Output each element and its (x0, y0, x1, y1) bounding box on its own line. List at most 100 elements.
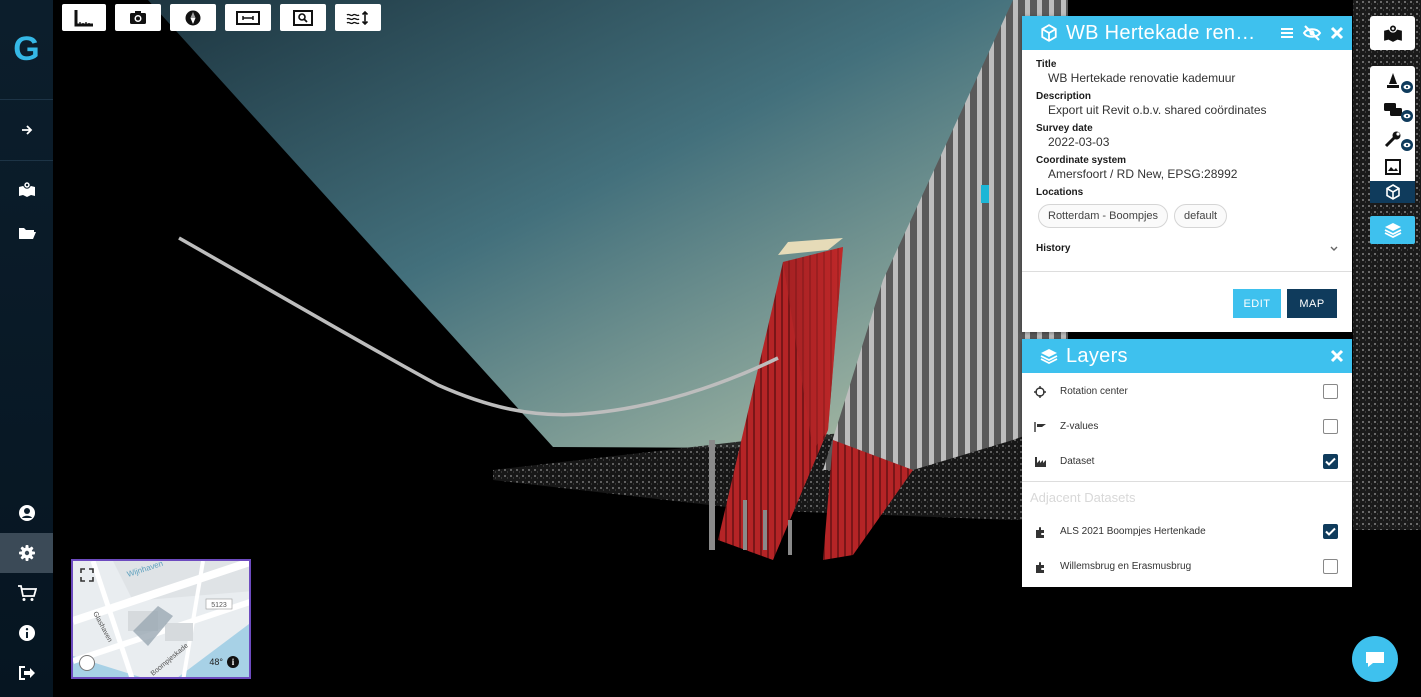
road-number-label: 5123 (211, 602, 227, 609)
dataset-info-body: Title WB Hertekade renovatie kademuur De… (1022, 50, 1352, 272)
shop-button[interactable] (0, 573, 53, 613)
coordinate-system-label: Coordinate system (1036, 155, 1127, 166)
location-chips: Rotterdam - Boompjes default (1036, 204, 1338, 228)
close-icon[interactable] (1330, 26, 1344, 40)
layers-header: Layers (1022, 339, 1352, 373)
layers-title: Layers (1066, 344, 1128, 367)
menu-icon[interactable] (1280, 27, 1294, 39)
compass-button[interactable] (170, 4, 216, 31)
compass-icon (185, 10, 201, 25)
location-chip[interactable]: default (1174, 204, 1228, 228)
ruler-icon (236, 10, 260, 25)
layer-row-dataset[interactable]: Dataset (1022, 444, 1352, 479)
folder-icon (18, 228, 36, 239)
screenshot-button[interactable] (115, 4, 161, 31)
sidebar-bottom (0, 493, 53, 697)
puzzle-icon (1034, 561, 1060, 573)
logout-button[interactable] (0, 653, 53, 693)
measure-icon (74, 9, 93, 26)
location-chip[interactable]: Rotterdam - Boompjes (1038, 204, 1169, 228)
layers-panel-toggle[interactable] (1370, 216, 1415, 244)
layer-label: Rotation center (1060, 386, 1128, 397)
minimap-map: 5123 Wijnhaven Glashaven Boompjeskade (73, 561, 249, 677)
crosshair-icon (1034, 385, 1060, 398)
tools-toggle[interactable] (1370, 124, 1415, 153)
eye-icon (1401, 110, 1413, 122)
account-button[interactable] (0, 493, 53, 533)
history-label: History (1036, 243, 1071, 254)
wrench-icon (1384, 131, 1400, 147)
locations-label: Locations (1036, 187, 1084, 198)
info-icon[interactable]: i (227, 656, 239, 668)
expand-icon[interactable] (80, 568, 94, 587)
app-logo[interactable]: G (0, 0, 53, 100)
layer-label: ALS 2021 Boompjes Hertenkade (1060, 526, 1206, 537)
history-accordion[interactable]: History (1022, 243, 1352, 272)
map-panel-toggle[interactable] (1370, 16, 1415, 50)
minimap[interactable]: 5123 Wijnhaven Glashaven Boompjeskade 48… (71, 559, 251, 679)
expand-sidebar-button[interactable] (0, 100, 53, 160)
right-tool-bar (1370, 66, 1415, 203)
eye-icon (1401, 81, 1413, 93)
puzzle-icon (1034, 526, 1060, 538)
zoom-extent-button[interactable] (280, 4, 326, 31)
layer-checkbox[interactable] (1323, 454, 1338, 469)
ruler-button[interactable] (225, 4, 271, 31)
chevron-down-icon (1330, 244, 1338, 254)
description-value: Export uit Revit o.b.v. shared coördinat… (1048, 103, 1267, 117)
settings-button[interactable] (0, 533, 53, 573)
zoom-icon[interactable] (79, 655, 95, 671)
dataset-info-actions: EDIT MAP (1233, 289, 1337, 318)
dataset-icon (1034, 456, 1060, 467)
heading-readout: 48° (209, 657, 223, 667)
left-sidebar: G (0, 0, 53, 697)
layer-checkbox[interactable] (1323, 419, 1338, 434)
app-root: G WB Hertekade ren… Title WB Hertekade r… (0, 0, 1421, 697)
chat-bubbles-icon (1383, 102, 1402, 116)
sign-out-icon (18, 666, 35, 680)
measure-tool-button[interactable] (62, 4, 106, 31)
arrow-right-icon (21, 125, 32, 135)
layer-row-rotation-center[interactable]: Rotation center (1022, 374, 1352, 409)
user-icon (18, 505, 35, 521)
map-view-button[interactable] (0, 167, 53, 211)
layer-checkbox[interactable] (1323, 524, 1338, 539)
dataset-info-toggle[interactable] (1370, 181, 1415, 203)
cart-icon (17, 585, 37, 601)
coordinate-system-value: Amersfoort / RD New, EPSG:28992 (1048, 167, 1238, 181)
height-tool-button[interactable] (335, 4, 381, 31)
camera-icon (130, 11, 146, 24)
chat-button[interactable] (1352, 636, 1398, 682)
open-folder-button[interactable] (0, 211, 53, 255)
layer-row-z-values[interactable]: Z-values (1022, 409, 1352, 444)
title-value: WB Hertekade renovatie kademuur (1048, 71, 1236, 85)
dataset-info-panel: WB Hertekade ren… Title WB Hertekade ren… (1022, 16, 1352, 332)
chat-icon (1366, 652, 1384, 667)
close-icon[interactable] (1330, 349, 1344, 363)
zoom-extent-icon (293, 9, 313, 26)
description-label: Description (1036, 91, 1092, 102)
title-label: Title (1036, 59, 1057, 70)
layer-checkbox[interactable] (1323, 384, 1338, 399)
adjacent-row-als-2021[interactable]: ALS 2021 Boompjes Hertenkade (1022, 514, 1352, 549)
image-icon (1384, 159, 1401, 175)
map-button[interactable]: MAP (1287, 289, 1337, 318)
flag-icon (1034, 421, 1060, 432)
info-icon (18, 625, 35, 641)
map-layers-icon (1383, 24, 1402, 42)
edit-button[interactable]: EDIT (1233, 289, 1281, 318)
cube-icon (1040, 24, 1058, 42)
viewer-toolbar (62, 4, 381, 31)
about-button[interactable] (0, 613, 53, 653)
map-layers-icon (18, 181, 35, 197)
images-toggle[interactable] (1370, 153, 1415, 181)
panel-title: WB Hertekade ren… (1066, 21, 1256, 44)
adjacent-row-willemsbrug[interactable]: Willemsbrug en Erasmusbrug (1022, 549, 1352, 584)
cone-icon (1386, 72, 1399, 88)
annotations-toggle[interactable] (1370, 66, 1415, 95)
layers-icon (1384, 223, 1401, 238)
hide-icon[interactable] (1302, 25, 1322, 41)
layer-checkbox[interactable] (1323, 559, 1338, 574)
comments-toggle[interactable] (1370, 95, 1415, 124)
cube-icon (1385, 184, 1400, 200)
